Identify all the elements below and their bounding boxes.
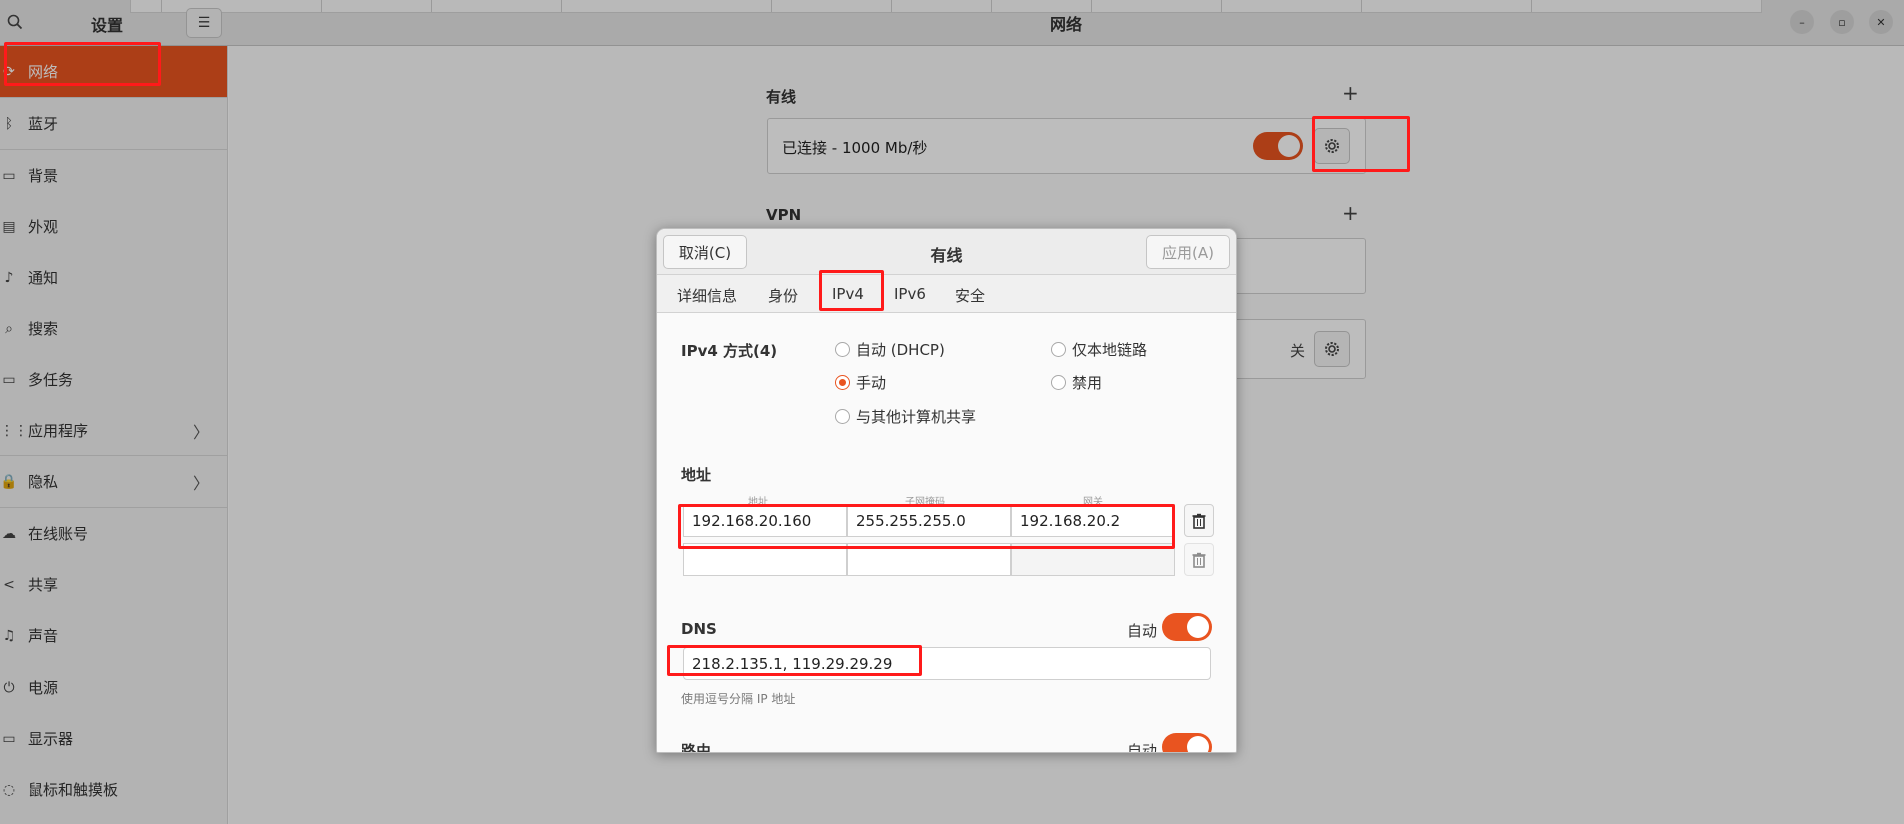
- ipv4-method-label: IPv4 方式(4): [681, 342, 778, 360]
- dialog-header: 取消(C) 有线 应用(A): [657, 229, 1236, 275]
- dns-hint: 使用逗号分隔 IP 地址: [681, 692, 796, 706]
- apply-button[interactable]: 应用(A): [1146, 235, 1230, 269]
- annotation-box-network: [4, 42, 161, 86]
- radio-label: 手动: [856, 374, 887, 392]
- delete-row-button[interactable]: [1184, 504, 1214, 537]
- radio-indicator: [1051, 375, 1066, 390]
- address-section-title: 地址: [681, 466, 712, 484]
- radio-indicator: [835, 409, 850, 424]
- tab-ipv6[interactable]: IPv6: [894, 285, 926, 303]
- radio-shared[interactable]: 与其他计算机共享: [835, 406, 976, 427]
- radio-indicator-selected: [835, 375, 850, 390]
- trash-icon: [1192, 552, 1206, 568]
- routes-label: 路由: [681, 742, 712, 753]
- annotation-box-gear: [1312, 116, 1410, 172]
- radio-manual[interactable]: 手动: [835, 372, 886, 393]
- routes-auto-label: 自动: [1127, 742, 1158, 753]
- annotation-box-ipv4-tab: [819, 270, 884, 311]
- radio-indicator: [835, 342, 850, 357]
- toggle-knob: [1187, 736, 1209, 752]
- radio-label: 禁用: [1072, 374, 1103, 392]
- dns-auto-toggle[interactable]: [1162, 613, 1212, 641]
- tab-security[interactable]: 安全: [955, 285, 985, 306]
- routes-auto-toggle[interactable]: [1162, 733, 1212, 752]
- delete-row-button-disabled[interactable]: [1184, 543, 1214, 576]
- annotation-box-dns: [667, 645, 922, 676]
- radio-auto-dhcp[interactable]: 自动 (DHCP): [835, 339, 945, 360]
- radio-label: 与其他计算机共享: [856, 408, 977, 426]
- trash-icon: [1192, 513, 1206, 529]
- radio-label: 自动 (DHCP): [856, 341, 945, 359]
- radio-link-local[interactable]: 仅本地链路: [1051, 339, 1147, 360]
- radio-disabled[interactable]: 禁用: [1051, 372, 1102, 393]
- tab-details[interactable]: 详细信息: [677, 285, 737, 306]
- dialog-tabs: 详细信息 身份 IPv4 IPv6 安全: [657, 275, 1236, 313]
- radio-label: 仅本地链路: [1072, 341, 1148, 359]
- toggle-knob: [1187, 616, 1209, 638]
- dns-auto-label: 自动: [1127, 622, 1158, 640]
- tab-identity[interactable]: 身份: [768, 285, 798, 306]
- radio-indicator: [1051, 342, 1066, 357]
- annotation-box-address-row: [678, 504, 1175, 549]
- dns-label: DNS: [681, 620, 717, 638]
